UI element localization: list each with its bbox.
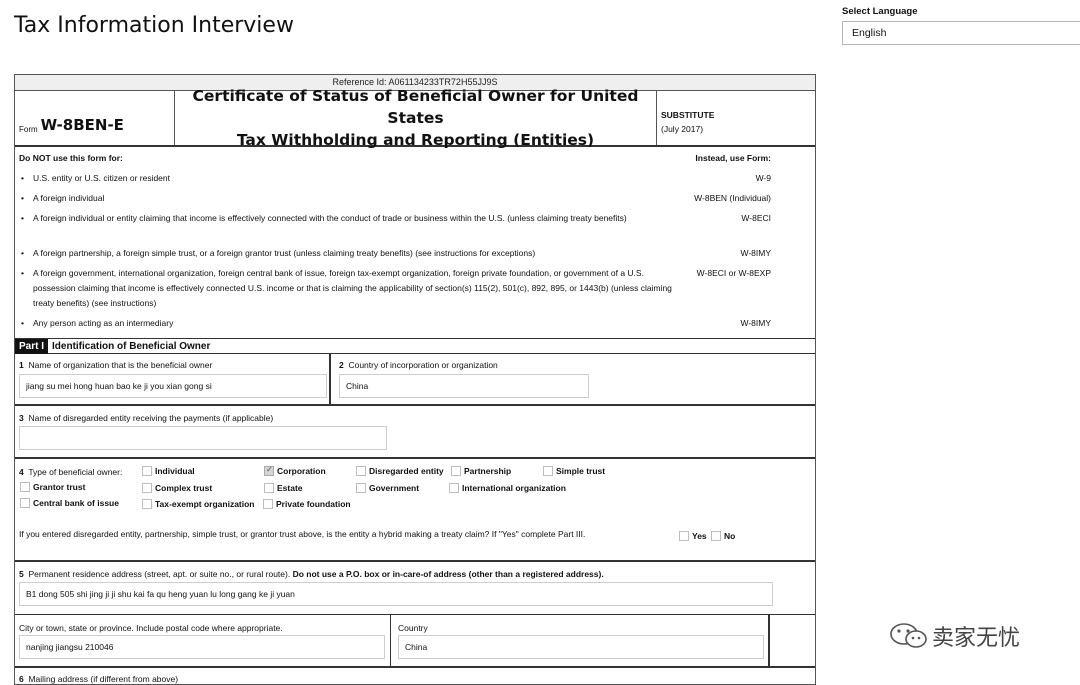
checkbox-international-organization[interactable]: International organization (449, 483, 566, 493)
section-name-country: 1 Name of organization that is the benef… (15, 354, 815, 406)
checkbox-simple-trust[interactable]: Simple trust (543, 466, 605, 476)
instead-header: Instead, use Form: (695, 153, 771, 163)
checkbox-central-bank[interactable]: Central bank of issue (20, 498, 119, 508)
checkbox-grantor-trust[interactable]: Grantor trust (20, 482, 85, 492)
form-name: W-8BEN-E (40, 116, 124, 134)
section-owner-type: 4 Type of beneficial owner: Individual C… (15, 459, 815, 562)
watermark-text: 卖家无忧 (932, 626, 1021, 651)
org-name-input[interactable]: jiang su mei hong huan bao ke ji you xia… (19, 374, 327, 398)
checkbox-tax-exempt[interactable]: Tax-exempt organization (142, 499, 255, 509)
checkbox-complex-trust[interactable]: Complex trust (142, 483, 212, 493)
city-cell: City or town, state or province. Include… (15, 615, 391, 666)
checkbox-corporation[interactable]: Corporation (264, 465, 326, 476)
country-label: Country (398, 623, 428, 633)
country-cell: Country China (392, 615, 770, 666)
part-title: Identification of Beneficial Owner (52, 340, 211, 352)
checkbox-private-foundation[interactable]: Private foundation (263, 499, 351, 509)
checkbox-disregarded-entity[interactable]: Disregarded entity (356, 466, 444, 476)
substitute-label: SUBSTITUTE (661, 110, 715, 120)
checkbox-estate[interactable]: Estate (264, 483, 303, 493)
w8bene-form: Reference Id: A061134233TR72H55JJ9S Form… (14, 74, 816, 685)
donot-header: Do NOT use this form for: (19, 153, 123, 163)
form-id: Form W-8BEN-E (15, 91, 175, 145)
permanent-address-input[interactable]: B1 dong 505 shi jing ji ji shu kai fa qu… (19, 582, 773, 606)
checkbox-government[interactable]: Government (356, 483, 419, 493)
page-title: Tax Information Interview (14, 13, 294, 38)
section-mailing-address: 6 Mailing address (if different from abo… (19, 674, 179, 684)
part-tag: Part I (15, 338, 49, 354)
language-select[interactable]: English (842, 21, 1080, 45)
hybrid-question: If you entered disregarded entity, partn… (19, 529, 586, 539)
donot-use-section: Do NOT use this form for: Instead, use F… (15, 147, 815, 339)
disregarded-entity-input[interactable] (19, 426, 387, 450)
checkbox-hybrid-no[interactable]: No (711, 531, 735, 541)
wechat-icon (890, 623, 927, 648)
form-label: Form (19, 125, 38, 134)
form-version: SUBSTITUTE (July 2017) (657, 91, 815, 145)
checkbox-partnership[interactable]: Partnership (451, 466, 511, 476)
part1-header: Part I Identification of Beneficial Owne… (15, 338, 815, 354)
checkbox-hybrid-yes[interactable]: Yes (679, 531, 707, 541)
checkbox-individual[interactable]: Individual (142, 466, 195, 476)
form-date: (July 2017) (661, 124, 704, 134)
section-city-country: City or town, state or province. Include… (15, 615, 815, 668)
form-title: Certificate of Status of Beneficial Owne… (175, 87, 657, 149)
form-header: Form W-8BEN-E Certificate of Status of B… (15, 87, 815, 149)
section-permanent-address: 5 Permanent residence address (street, a… (15, 562, 815, 615)
country-incorporation-input[interactable]: China (339, 374, 589, 398)
city-label: City or town, state or province. Include… (19, 623, 283, 633)
form-title-line1: Certificate of Status of Beneficial Owne… (192, 87, 639, 127)
language-label: Select Language (842, 6, 918, 17)
section-disregarded-entity: 3 Name of disregarded entity receiving t… (15, 406, 815, 459)
city-input[interactable]: nanjing jiangsu 210046 (19, 635, 385, 659)
field2-cell: 2 Country of incorporation or organizati… (333, 354, 815, 404)
field1-cell: 1 Name of organization that is the benef… (15, 354, 331, 404)
country-input[interactable]: China (398, 635, 764, 659)
wechat-watermark: 卖家无忧 (888, 620, 1020, 652)
